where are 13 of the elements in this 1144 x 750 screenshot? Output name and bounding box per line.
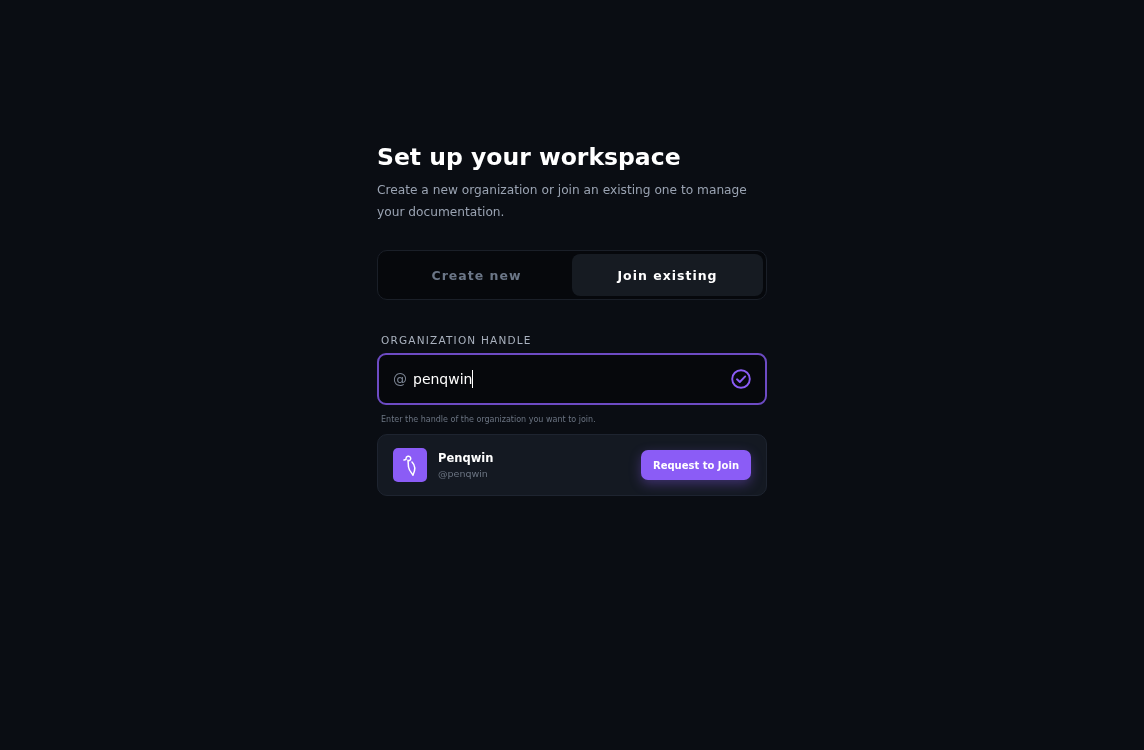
at-prefix: @	[393, 371, 407, 387]
organization-handle: @penqwin	[438, 466, 489, 481]
mode-tab[interactable]: Join existing	[572, 254, 763, 296]
request-to-join-button[interactable]: Request to Join	[640, 450, 751, 480]
page-title: Set up your workspace	[377, 142, 682, 173]
page-subtitle: Create a new organization or join an existing one to manage your documentation.	[377, 182, 748, 221]
field-hint: Enter the handle of the organization you want to join.	[381, 414, 597, 426]
field-label: ORGANIZATION HANDLE	[381, 333, 533, 347]
organization-name: Penqwin	[438, 449, 494, 466]
mode-tab[interactable]: Create new	[381, 254, 572, 296]
input-value: penqwin	[413, 370, 474, 388]
handle-input[interactable]: @ penqwin	[377, 353, 767, 405]
bird-logo-icon	[393, 448, 427, 482]
